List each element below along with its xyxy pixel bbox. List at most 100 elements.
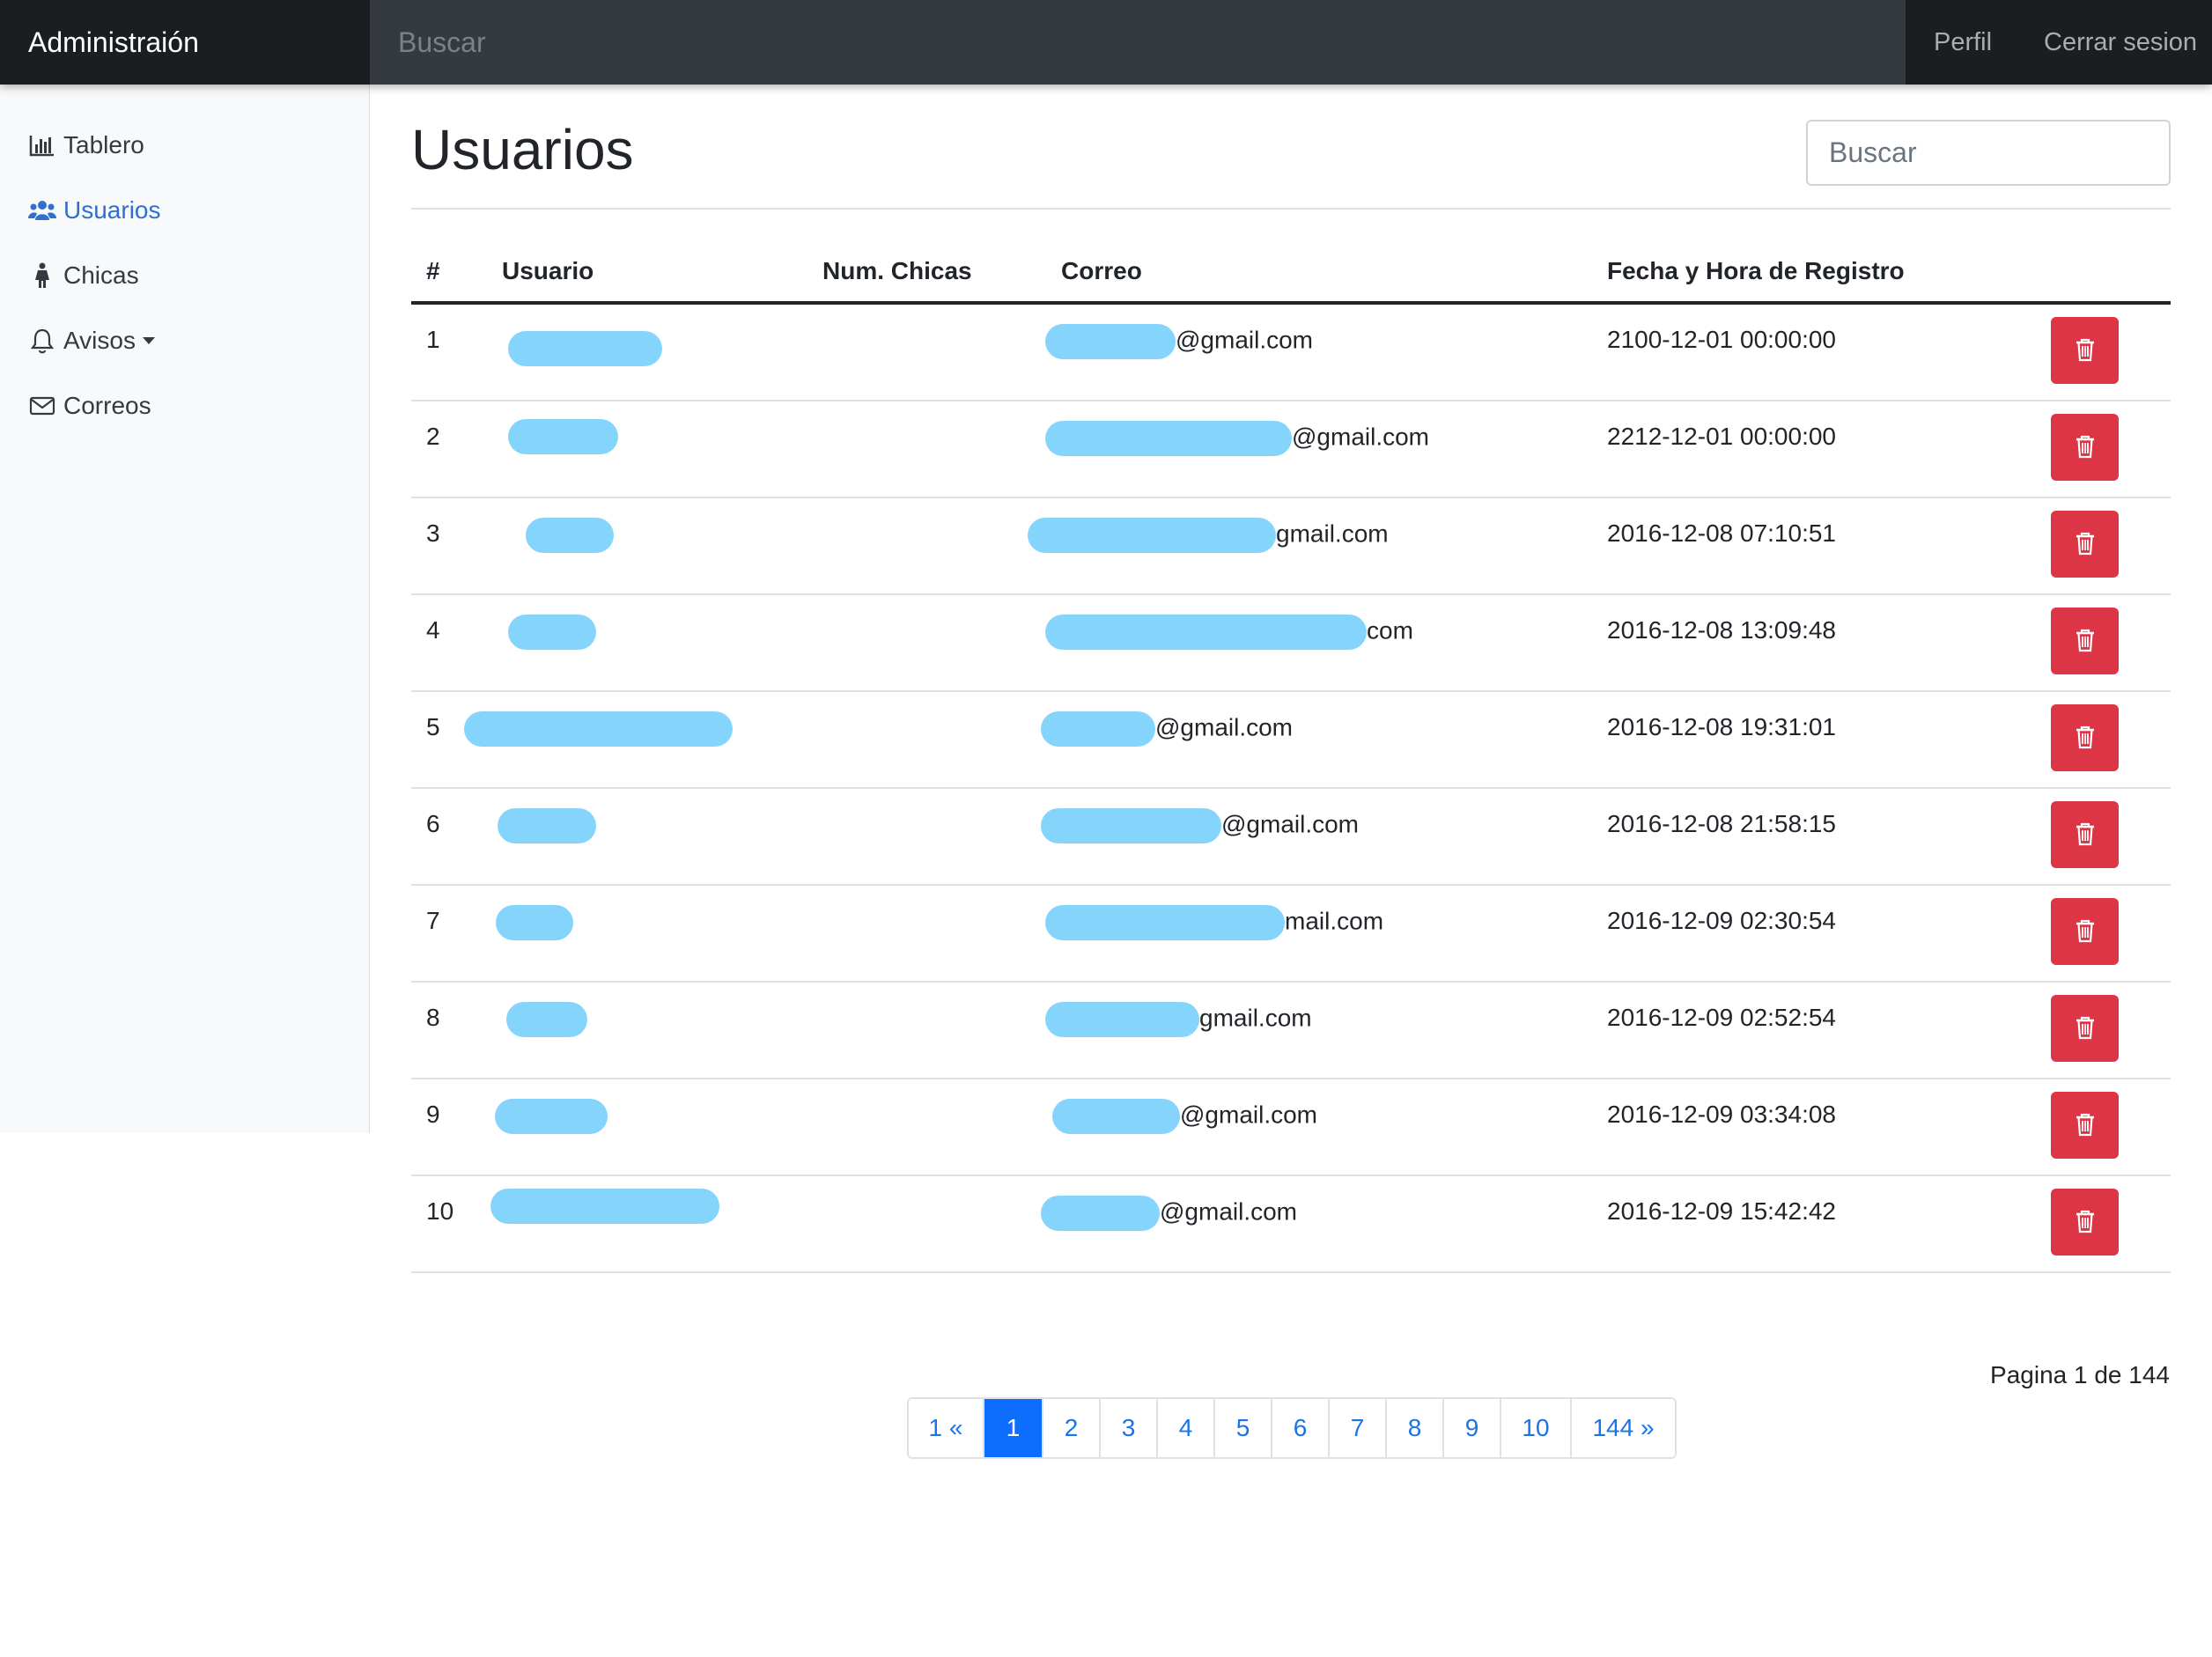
redacted-username	[464, 711, 733, 747]
redacted-username	[499, 615, 596, 650]
column-header-correo[interactable]: Correo	[1061, 255, 1142, 287]
page-3[interactable]: 3	[1101, 1399, 1158, 1457]
page-2[interactable]: 2	[1043, 1399, 1101, 1457]
redacted-email-part	[1045, 324, 1176, 359]
row-email: mail.com	[1045, 905, 1383, 940]
profile-link[interactable]: Perfil	[1934, 0, 1992, 85]
delete-button[interactable]	[2051, 511, 2119, 578]
brand-title[interactable]: Administraión	[0, 0, 370, 85]
email-domain: gmail.com	[1199, 1004, 1312, 1032]
row-date: 2016-12-08 13:09:48	[1607, 616, 1836, 644]
table-row: 4 com 2016-12-08 13:09:48	[411, 595, 2171, 692]
sidebar: Tablero Usuarios Chicas Avisos Correos	[0, 85, 370, 1133]
sidebar-item-correos[interactable]: Correos	[28, 384, 151, 428]
trash-icon	[2075, 1112, 2096, 1139]
sidebar-item-avisos[interactable]: Avisos	[28, 319, 155, 363]
divider	[411, 208, 2171, 210]
row-date: 2016-12-08 21:58:15	[1607, 810, 1836, 837]
delete-button[interactable]	[2051, 1092, 2119, 1159]
redacted-email-part	[1045, 905, 1285, 940]
delete-button[interactable]	[2051, 898, 2119, 965]
sidebar-item-label: Tablero	[63, 131, 144, 158]
delete-button[interactable]	[2051, 995, 2119, 1062]
navbar-search-input[interactable]	[370, 0, 1906, 85]
email-domain: @gmail.com	[1160, 1197, 1298, 1226]
page-1[interactable]: 1	[984, 1399, 1043, 1457]
user-search-input[interactable]	[1806, 120, 2171, 186]
redacted-email-part	[1045, 1002, 1199, 1037]
column-header-num-chicas[interactable]: Num. Chicas	[822, 255, 972, 287]
row-email: gmail.com	[1028, 518, 1389, 553]
female-icon	[28, 261, 56, 290]
sidebar-item-tablero[interactable]: Tablero	[28, 123, 144, 167]
sidebar-item-chicas[interactable]: Chicas	[28, 254, 139, 298]
pagination: 1 « 1 2 3 4 5 6 7 8 9 10 144 »	[907, 1397, 1677, 1459]
pagination-info: Pagina 1 de 144	[1990, 1361, 2170, 1388]
sidebar-item-label: Chicas	[63, 261, 139, 289]
row-email: @gmail.com	[1041, 711, 1293, 747]
page-8[interactable]: 8	[1387, 1399, 1444, 1457]
trash-icon	[2075, 337, 2096, 365]
page-5[interactable]: 5	[1215, 1399, 1272, 1457]
redacted-email-part	[1045, 421, 1292, 456]
page-9[interactable]: 9	[1444, 1399, 1501, 1457]
email-domain: @gmail.com	[1155, 713, 1294, 741]
redacted-email-part	[1045, 615, 1367, 650]
column-header-number[interactable]: #	[426, 255, 440, 287]
email-domain: gmail.com	[1276, 519, 1389, 548]
page-4[interactable]: 4	[1158, 1399, 1215, 1457]
redacted-username	[495, 1099, 608, 1134]
row-date: 2100-12-01 00:00:00	[1607, 326, 1836, 353]
row-date: 2016-12-09 02:30:54	[1607, 907, 1836, 934]
email-domain: @gmail.com	[1221, 810, 1360, 838]
redacted-username	[499, 1002, 587, 1037]
delete-button[interactable]	[2051, 1189, 2119, 1256]
delete-button[interactable]	[2051, 414, 2119, 481]
email-domain: mail.com	[1285, 907, 1384, 935]
sidebar-item-usuarios[interactable]: Usuarios	[28, 188, 160, 232]
table-row: 6 @gmail.com 2016-12-08 21:58:15	[411, 789, 2171, 886]
delete-button[interactable]	[2051, 704, 2119, 771]
table-row: 2 @gmail.com 2212-12-01 00:00:00	[411, 401, 2171, 498]
row-number: 10	[426, 1197, 454, 1225]
row-number: 3	[426, 519, 440, 547]
trash-icon	[2075, 434, 2096, 461]
page-first[interactable]: 1 «	[909, 1399, 984, 1457]
redacted-username	[499, 331, 662, 366]
column-header-usuario[interactable]: Usuario	[502, 255, 594, 287]
chevron-down-icon	[142, 337, 155, 344]
row-email: @gmail.com	[1045, 421, 1429, 456]
column-header-fecha[interactable]: Fecha y Hora de Registro	[1607, 255, 1905, 287]
table-row: 7 mail.com 2016-12-09 02:30:54	[411, 886, 2171, 983]
trash-icon	[2075, 1015, 2096, 1042]
table-row: 1 @gmail.com 2100-12-01 00:00:00	[411, 305, 2171, 401]
row-number: 9	[426, 1101, 440, 1128]
row-email: gmail.com	[1045, 1002, 1312, 1037]
bar-chart-icon	[28, 131, 56, 159]
email-domain: @gmail.com	[1292, 423, 1430, 451]
page-last[interactable]: 144 »	[1572, 1399, 1675, 1457]
row-number: 7	[426, 907, 440, 934]
page-7[interactable]: 7	[1330, 1399, 1387, 1457]
row-date: 2016-12-09 02:52:54	[1607, 1004, 1836, 1031]
logout-link[interactable]: Cerrar sesion	[2044, 0, 2197, 85]
delete-button[interactable]	[2051, 801, 2119, 868]
redacted-email-part	[1052, 1099, 1180, 1134]
row-email: @gmail.com	[1041, 1196, 1297, 1231]
trash-icon	[2075, 531, 2096, 558]
sidebar-item-label: Correos	[63, 392, 151, 419]
table-row: 10 @gmail.com 2016-12-09 15:42:42	[411, 1176, 2171, 1273]
row-number: 5	[426, 713, 440, 740]
redacted-email-part	[1041, 1196, 1160, 1231]
redacted-email-part	[1041, 711, 1155, 747]
delete-button[interactable]	[2051, 608, 2119, 674]
delete-button[interactable]	[2051, 317, 2119, 384]
sidebar-item-label: Avisos	[63, 327, 136, 354]
row-email: @gmail.com	[1041, 808, 1359, 843]
page-10[interactable]: 10	[1501, 1399, 1572, 1457]
row-number: 8	[426, 1004, 440, 1031]
page-6[interactable]: 6	[1272, 1399, 1330, 1457]
table-row: 8 gmail.com 2016-12-09 02:52:54	[411, 983, 2171, 1079]
row-date: 2016-12-08 19:31:01	[1607, 713, 1836, 740]
email-domain: @gmail.com	[1180, 1101, 1318, 1129]
